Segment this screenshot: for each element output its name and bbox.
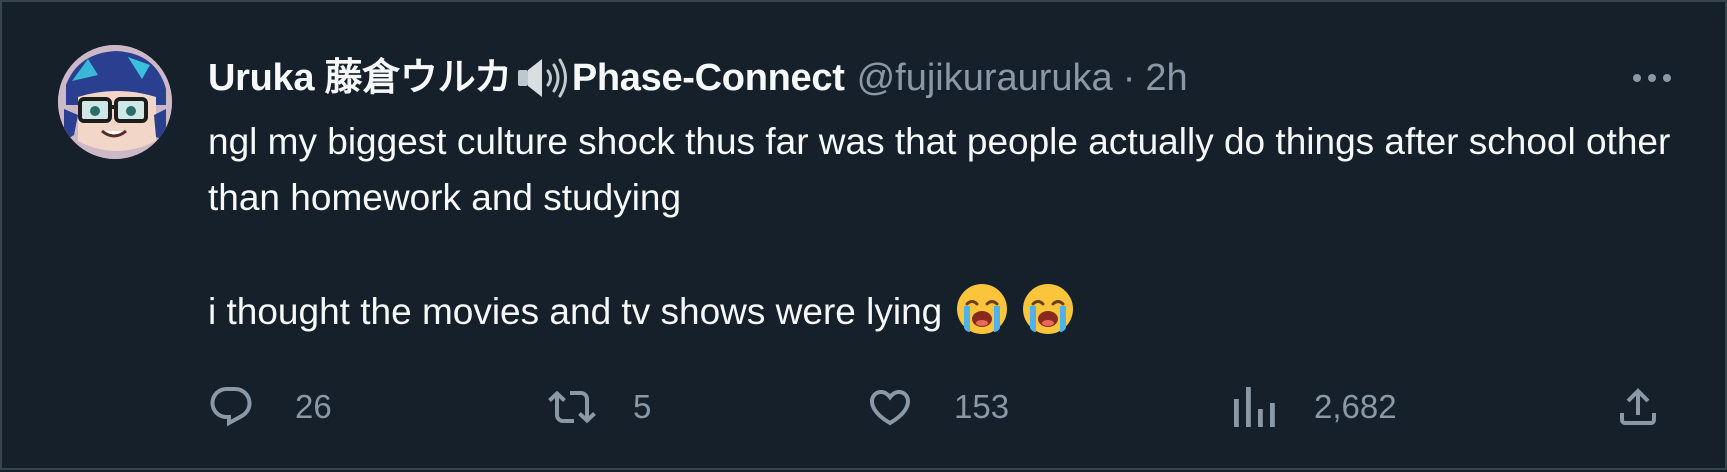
share-icon — [1620, 388, 1656, 425]
views-bar-chart-icon — [1234, 387, 1275, 427]
tweet-frame: Uruka 藤倉ウルカ Phase-Connect @fujikurauruka… — [0, 0, 1727, 470]
like-count: 153 — [954, 388, 1010, 425]
views-count: 2,682 — [1314, 388, 1397, 425]
tweet-actions-bar: 26 5 153 2,682 — [2, 372, 1727, 442]
header-separator: · — [1122, 57, 1136, 99]
loudly-crying-face-emoji-icon — [1021, 282, 1075, 336]
tweet-text-line-2: i thought the movies and tv shows were l… — [208, 291, 943, 332]
more-horizontal-icon — [1633, 74, 1671, 82]
display-name[interactable]: Uruka 藤倉ウルカ — [208, 50, 512, 106]
avatar-image — [58, 45, 172, 159]
loudly-crying-face-emoji-icon — [955, 282, 1009, 336]
retweet-icon — [548, 390, 596, 424]
user-handle[interactable]: @fujikurauruka — [857, 50, 1113, 106]
tweet-text-paragraph-2: i thought the movies and tv shows were l… — [208, 282, 1688, 340]
tweet-text: ngl my biggest culture shock thus far wa… — [208, 114, 1688, 340]
tweet-timestamp[interactable]: 2h — [1145, 50, 1187, 106]
more-options-button[interactable] — [1627, 60, 1677, 96]
retweet-button[interactable]: 5 — [547, 372, 651, 442]
tweet-card[interactable]: Uruka 藤倉ウルカ Phase-Connect @fujikurauruka… — [2, 2, 1727, 472]
tweet-header: Uruka 藤倉ウルカ Phase-Connect @fujikurauruka… — [208, 50, 1188, 106]
display-name-suffix[interactable]: Phase-Connect — [572, 50, 845, 106]
like-button[interactable]: 153 — [866, 372, 1009, 442]
reply-button[interactable]: 26 — [207, 372, 332, 442]
retweet-count: 5 — [633, 388, 652, 425]
tweet-text-paragraph-1: ngl my biggest culture shock thus far wa… — [208, 121, 1671, 218]
reply-icon — [210, 387, 252, 427]
speaker-volume-icon — [516, 56, 570, 100]
share-button[interactable] — [1614, 372, 1662, 442]
reply-count: 26 — [295, 388, 332, 425]
avatar[interactable] — [58, 45, 172, 159]
heart-icon — [869, 390, 911, 426]
views-button[interactable]: 2,682 — [1232, 372, 1397, 442]
